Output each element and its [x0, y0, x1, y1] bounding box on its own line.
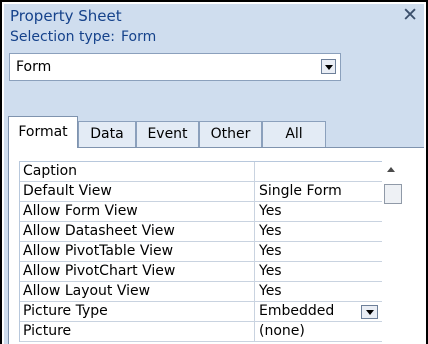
format-tab-content: Caption Default View Single Form Allow F… [8, 147, 424, 344]
property-row-allow-pivottable-view[interactable]: Allow PivotTable View Yes [20, 242, 382, 262]
scrollbar-thumb[interactable] [384, 184, 402, 204]
tab-strip: Format Data Event Other All [8, 116, 348, 148]
column-divider [254, 162, 255, 181]
chevron-down-icon[interactable] [321, 59, 336, 74]
selection-type-label: Selection type: [10, 29, 115, 45]
property-name: Default View [23, 183, 112, 199]
selection-type-line: Selection type: Form [10, 29, 156, 45]
column-divider [254, 302, 255, 321]
column-divider [254, 242, 255, 261]
property-name: Caption [23, 163, 78, 179]
tab-other[interactable]: Other [199, 121, 262, 147]
property-name: Allow PivotChart View [23, 263, 176, 279]
property-grid: Caption Default View Single Form Allow F… [19, 161, 382, 342]
property-name: Allow Datasheet View [23, 223, 175, 239]
selection-type-value: Form [120, 29, 157, 45]
title-bar[interactable]: Property Sheet ✕ [4, 4, 424, 26]
column-divider [254, 182, 255, 201]
column-divider [254, 202, 255, 221]
property-name: Allow Form View [23, 203, 138, 219]
property-value[interactable]: Yes [259, 263, 377, 279]
property-name: Allow PivotTable View [23, 243, 174, 259]
property-name: Picture [23, 323, 72, 339]
tab-event[interactable]: Event [136, 121, 199, 147]
property-name: Allow Layout View [23, 283, 151, 299]
property-row-allow-datasheet-view[interactable]: Allow Datasheet View Yes [20, 222, 382, 242]
property-value[interactable]: (none) [259, 323, 377, 339]
scroll-up-arrow-icon[interactable] [387, 167, 395, 172]
property-row-allow-form-view[interactable]: Allow Form View Yes [20, 202, 382, 222]
property-value[interactable]: Yes [259, 243, 377, 259]
column-divider [254, 262, 255, 281]
property-sheet-panel: Property Sheet ✕ Selection type: Form For… [4, 4, 424, 344]
tab-all[interactable]: All [262, 121, 326, 147]
object-selector-value: Form [16, 59, 52, 75]
property-row-picture[interactable]: Picture (none) [20, 322, 382, 342]
column-divider [254, 282, 255, 301]
column-divider [254, 222, 255, 241]
property-value[interactable]: Single Form [259, 183, 377, 199]
tab-data[interactable]: Data [78, 121, 136, 147]
close-icon[interactable]: ✕ [402, 4, 418, 26]
property-row-default-view[interactable]: Default View Single Form [20, 182, 382, 202]
property-value[interactable]: Embedded [259, 303, 377, 319]
object-selector-dropdown[interactable]: Form [9, 53, 341, 81]
column-divider [254, 322, 255, 341]
property-row-allow-layout-view[interactable]: Allow Layout View Yes [20, 282, 382, 302]
property-name: Picture Type [23, 303, 108, 319]
tab-format[interactable]: Format [8, 116, 78, 148]
window-title: Property Sheet [10, 7, 122, 25]
property-value[interactable]: Yes [259, 223, 377, 239]
property-row-caption[interactable]: Caption [20, 162, 382, 182]
property-value[interactable]: Yes [259, 203, 377, 219]
vertical-scrollbar[interactable] [383, 161, 403, 344]
property-value[interactable]: Yes [259, 283, 377, 299]
property-row-picture-type[interactable]: Picture Type Embedded [20, 302, 382, 322]
property-row-allow-pivotchart-view[interactable]: Allow PivotChart View Yes [20, 262, 382, 282]
property-sheet-window: Property Sheet ✕ Selection type: Form For… [0, 0, 428, 344]
chevron-down-icon[interactable] [361, 305, 378, 319]
